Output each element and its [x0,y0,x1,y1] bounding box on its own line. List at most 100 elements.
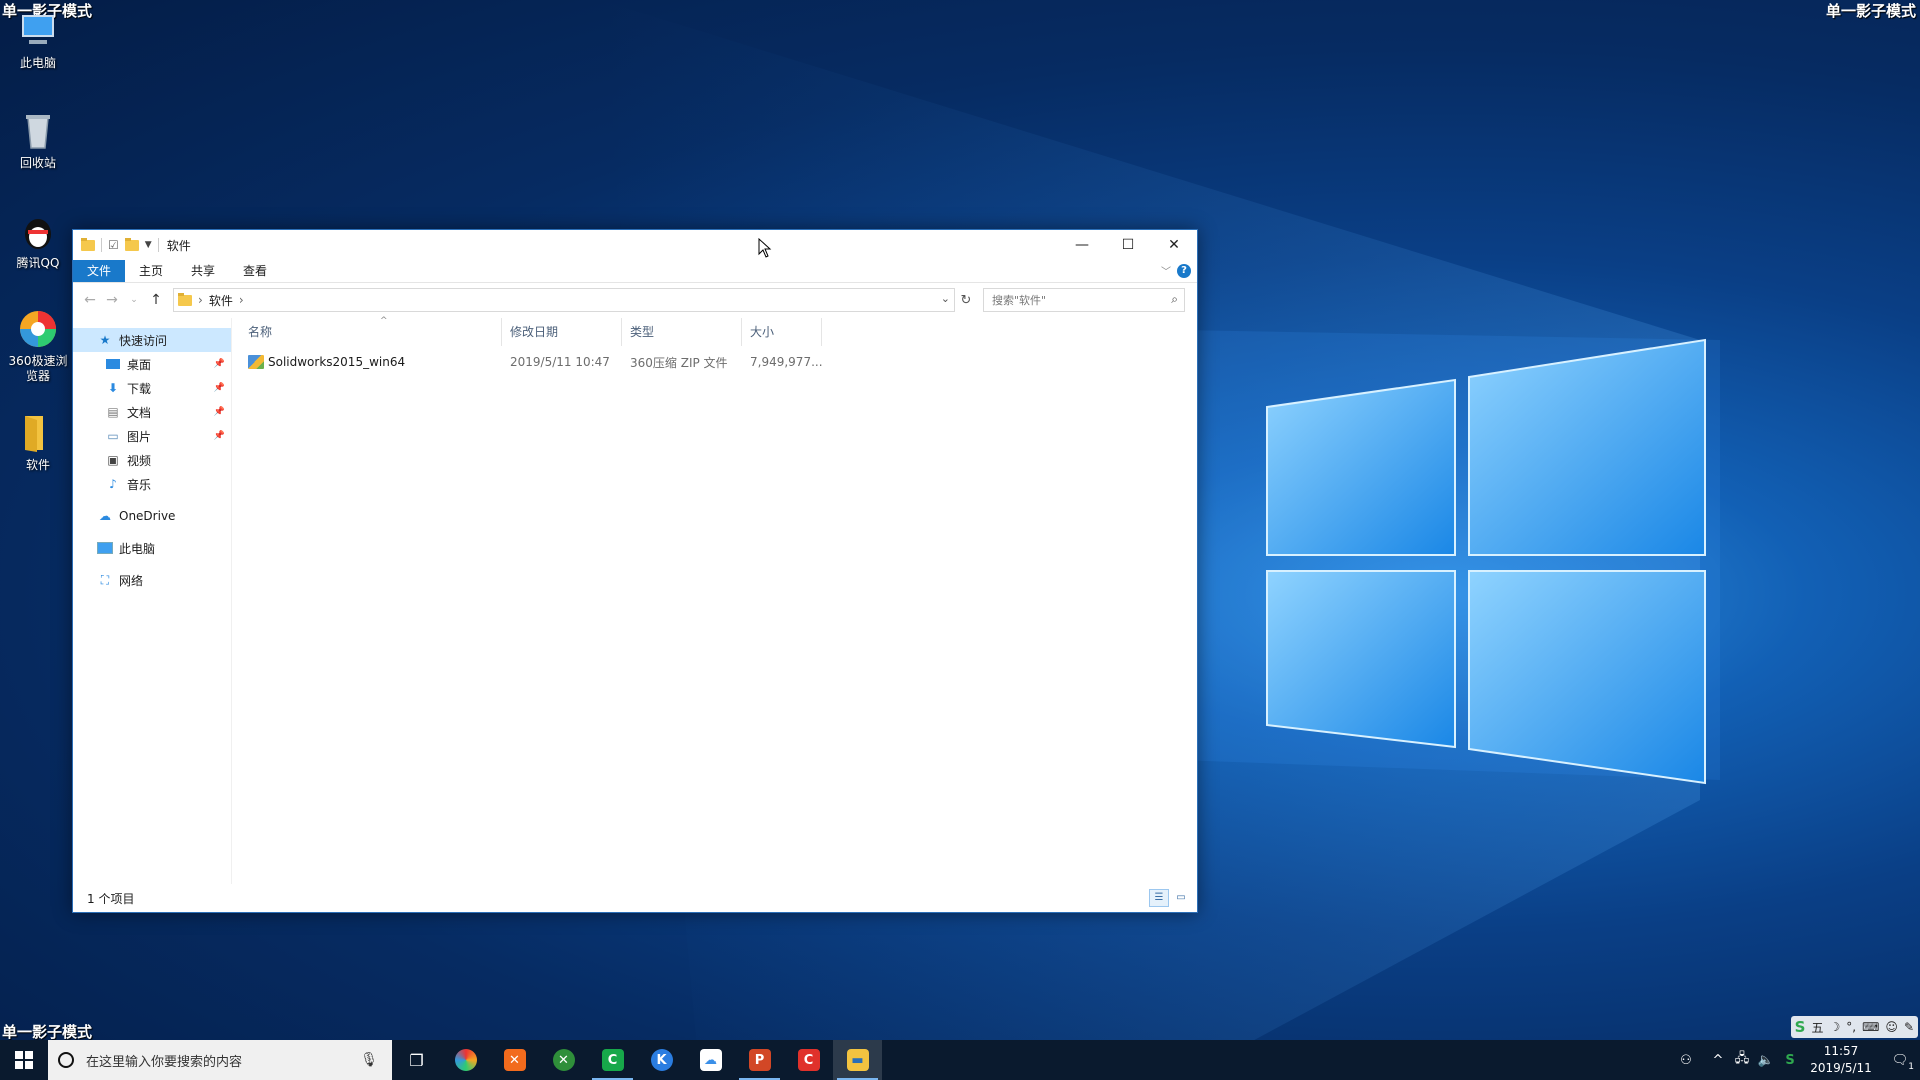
nav-item-pictures[interactable]: ▭ 图片 📌 [73,424,231,448]
back-arrow-icon[interactable]: ← [79,292,101,308]
sogou-tray-icon[interactable]: S [1778,1053,1802,1068]
nav-item-network[interactable]: ⛶ 网络 [73,568,231,592]
file-name: Solidworks2015_win64 [268,355,406,369]
people-icon[interactable]: ⚇ [1674,1053,1698,1068]
microphone-icon[interactable]: 🎙 [360,1052,378,1068]
desktop-icon-recycle-bin[interactable]: 回收站 [6,110,70,171]
up-arrow-icon[interactable]: ↑ [145,292,167,308]
desktop-icon-360-browser[interactable]: 360极速浏览器 [6,308,70,384]
large-icons-view-icon[interactable]: ▭ [1171,889,1191,907]
network-status-icon[interactable]: 🖧 [1730,1049,1754,1071]
sogou-ime-icon[interactable]: S [1795,1018,1806,1036]
tab-home[interactable]: 主页 [125,260,177,282]
pin-icon[interactable]: 📌 [214,359,225,369]
cortana-icon[interactable] [58,1052,74,1068]
breadcrumb-separator-icon[interactable]: › [239,293,244,307]
half-width-icon[interactable]: ☽ [1830,1020,1841,1034]
details-view-icon[interactable]: ☰ [1149,889,1169,907]
desktop-icon-software-folder[interactable]: 软件 [6,412,70,473]
windows-start-icon [15,1051,33,1069]
maximize-button[interactable]: ☐ [1105,230,1151,260]
system-tray: ⚇ ^ 🖧 🔈 S 11:57 2019/5/11 🗨 1 [1674,1040,1920,1080]
title-bar[interactable]: ☑ ▼ 软件 — ☐ ✕ [73,230,1197,260]
nav-item-onedrive[interactable]: ☁ OneDrive [73,504,231,528]
tab-share[interactable]: 共享 [177,260,229,282]
user-icon[interactable]: ☺ [1885,1020,1898,1034]
nav-item-videos[interactable]: ▣ 视频 [73,448,231,472]
nav-item-this-pc[interactable]: 此电脑 [73,536,231,560]
settings-wrench-icon[interactable]: ✎ [1904,1020,1914,1034]
punctuation-icon[interactable]: °, [1846,1020,1856,1034]
close-button[interactable]: ✕ [1151,230,1197,260]
taskbar-app-xbox[interactable]: ✕ [539,1040,588,1080]
task-view-button[interactable]: ❐ [392,1040,441,1080]
tab-file[interactable]: 文件 [73,260,126,282]
pin-icon[interactable]: 📌 [214,407,225,417]
watermark-bottom-left: 单一影子模式 [2,1023,93,1041]
desktop-icon-label: 回收站 [19,156,56,170]
file-explorer-icon: ▬ [846,1049,869,1071]
pin-icon[interactable]: 📌 [214,383,225,393]
nav-label: 视频 [127,453,152,468]
nav-item-documents[interactable]: ▤ 文档 📌 [73,400,231,424]
column-header-name[interactable]: 名称 [240,318,502,346]
clock-time: 11:57 [1823,1044,1859,1058]
nav-item-quick-access[interactable]: ★ 快速访问 [73,328,231,352]
breadcrumb-separator-icon[interactable]: › [198,293,203,307]
properties-icon[interactable]: ☑ [108,238,119,252]
show-hidden-icons-chevron-icon[interactable]: ^ [1706,1053,1730,1068]
volume-icon[interactable]: 🔈 [1754,1053,1778,1068]
qq-icon [25,219,51,249]
pin-icon[interactable]: 📌 [214,431,225,441]
breadcrumb-item[interactable]: 软件 [209,292,233,309]
taskbar-app-baidu-netdisk[interactable]: ☁ [686,1040,735,1080]
ime-mode[interactable]: 五 [1811,1019,1823,1036]
nav-label: 此电脑 [119,541,156,556]
column-header-date[interactable]: 修改日期 [502,318,622,346]
nav-item-downloads[interactable]: ⬇ 下载 📌 [73,376,231,400]
search-icon[interactable]: ⌕ [1171,292,1178,307]
keyboard-icon[interactable]: ⌨ [1862,1020,1879,1034]
taskbar-app-kugou[interactable]: K [637,1040,686,1080]
nav-label: 音乐 [127,477,152,492]
clock[interactable]: 11:57 2019/5/11 [1802,1043,1880,1077]
taskbar-app-tool[interactable]: ✕ [490,1040,539,1080]
action-center-icon[interactable]: 🗨 1 [1880,1053,1920,1072]
windows-logo-wallpaper [1266,338,1706,785]
nav-item-music[interactable]: ♪ 音乐 [73,472,231,496]
taskbar-app-camtasia[interactable]: C [588,1040,637,1080]
file-row[interactable]: Solidworks2015_win64 2019/5/11 10:47 360… [240,350,1197,374]
tab-view[interactable]: 查看 [229,260,281,282]
minimize-button[interactable]: — [1059,230,1105,260]
forward-arrow-icon[interactable]: → [101,292,123,308]
address-bar[interactable]: › 软件 › ⌄ [173,288,955,312]
taskbar-app-powerpoint[interactable]: P [735,1040,784,1080]
expand-ribbon-icon[interactable]: ﹀ [1161,263,1171,278]
customize-toolbar-chevron-icon[interactable]: ▼ [145,240,152,250]
taskbar-app-360-browser[interactable] [441,1040,490,1080]
powerpoint-icon: P [748,1049,771,1071]
file-modified: 2019/5/11 10:47 [510,355,610,369]
address-dropdown-icon[interactable]: ⌄ [941,292,950,305]
desktop-icon-qq[interactable]: 腾讯QQ [6,210,70,271]
taskbar-app-c[interactable]: C [784,1040,833,1080]
search-box[interactable]: 搜索"软件" ⌕ [983,288,1185,312]
network-icon: ⛶ [100,572,110,587]
start-button[interactable] [0,1040,48,1080]
desktop-icon-this-pc[interactable]: 此电脑 [6,10,70,71]
taskbar-app-file-explorer[interactable]: ▬ [833,1040,882,1080]
taskbar-search-input[interactable]: 在这里输入你要搜索的内容 [86,1051,242,1070]
new-folder-icon[interactable] [124,237,139,251]
help-icon[interactable]: ? [1177,264,1191,278]
taskbar-search-box[interactable]: 在这里输入你要搜索的内容 🎙 [48,1040,392,1080]
nav-label: 文档 [127,405,152,420]
refresh-icon[interactable]: ↻ [955,293,977,308]
recent-locations-chevron-icon[interactable]: ⌄ [123,295,145,305]
kugou-icon: K [650,1049,673,1071]
nav-item-desktop[interactable]: 桌面 📌 [73,352,231,376]
ime-toolbar[interactable]: S 五 ☽ °, ⌨ ☺ ✎ [1790,1016,1918,1038]
search-input[interactable]: 搜索"软件" [992,292,1046,308]
column-header-size[interactable]: 大小 [742,318,822,346]
column-header-type[interactable]: 类型 [622,318,742,346]
desktop-icon-label: 软件 [25,458,50,472]
